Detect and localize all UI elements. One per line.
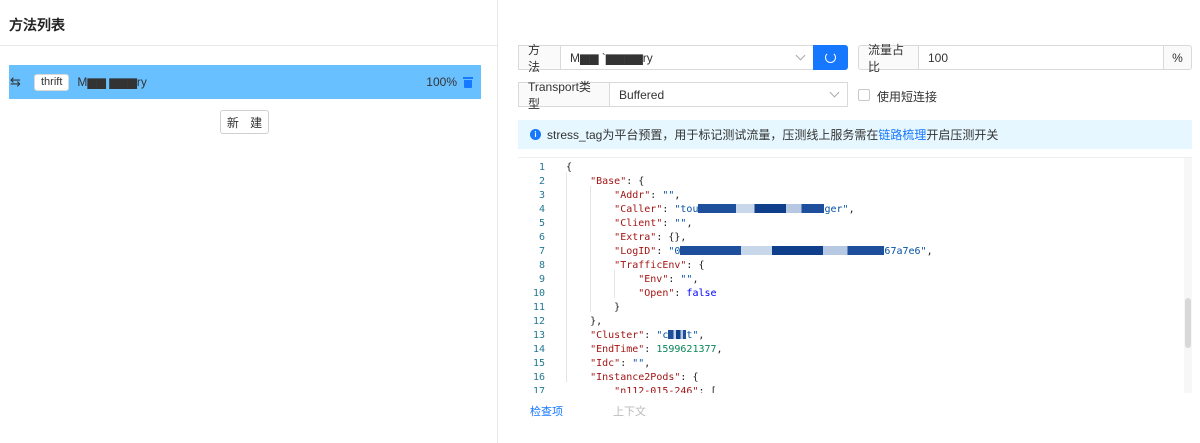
code-text: "EndTime": 1599621377,	[590, 344, 723, 355]
code-line: 4 "Caller": "tou ger",	[518, 203, 1178, 217]
code-text: "Base": {	[590, 176, 645, 187]
code-line: 6 "Extra": {},	[518, 231, 1178, 245]
code-line: 16 "Instance2Pods": {	[518, 371, 1178, 385]
code-text: "Open": false	[638, 288, 717, 299]
code-text: {	[566, 162, 573, 173]
code-text: "Env": "",	[638, 274, 699, 285]
code-text: "LogID": "0 67a7e6",	[614, 246, 933, 257]
line-number: 3	[538, 190, 545, 201]
method-select[interactable]: M▆▆ `▆▆▆▆ry	[560, 45, 814, 70]
code-line: 17 "n112-015-246": [	[518, 385, 1178, 393]
alert-text-after: 开启压测开关	[926, 128, 999, 142]
line-number: 13	[532, 330, 545, 341]
method-list-item[interactable]: ⇆ thrift M▆▆ ▆▆▆ry 100%	[9, 65, 481, 99]
line-number: 16	[532, 372, 545, 383]
line-number: 6	[538, 232, 545, 243]
line-number: 8	[538, 260, 545, 271]
code-text: "Cluster": "c t",	[590, 330, 705, 341]
short-connection-label: 使用短连接	[877, 90, 938, 104]
code-line: 13 "Cluster": "c t",	[518, 329, 1178, 343]
scrollbar[interactable]	[1184, 158, 1192, 393]
refresh-icon	[825, 52, 836, 63]
code-text: "n112-015-246": [	[614, 386, 717, 393]
line-number: 10	[532, 288, 545, 299]
traffic-input[interactable]: 100	[918, 45, 1164, 70]
code-text: "Instance2Pods": {	[590, 372, 699, 383]
divider	[0, 45, 498, 46]
line-number: 1	[538, 162, 545, 173]
line-number: 14	[532, 344, 545, 355]
code-line: 15 "Idc": "",	[518, 357, 1178, 371]
traffic-input-value: 100	[928, 50, 949, 65]
code-line: 1{	[518, 161, 1178, 175]
method-name: M▆▆ ▆▆▆ry	[77, 75, 147, 89]
json-editor[interactable]: 1{2 "Base": {3 "Addr": "", 4 "Caller": "t…	[518, 157, 1192, 393]
trash-icon[interactable]	[463, 76, 473, 88]
method-addon-label: 方法	[518, 43, 561, 74]
protocol-tag: thrift	[34, 73, 70, 91]
line-number: 17	[532, 386, 545, 393]
link-trace-config[interactable]: 链路梳理	[878, 126, 926, 143]
code-line: 12 },	[518, 315, 1178, 329]
tab-context[interactable]: 上下文	[613, 403, 646, 419]
swap-icon: ⇆	[10, 74, 21, 89]
code-line: 14 "EndTime": 1599621377,	[518, 343, 1178, 357]
new-button[interactable]: 新 建	[220, 110, 269, 134]
refresh-button[interactable]	[813, 45, 848, 70]
info-icon: i	[530, 129, 541, 140]
chevron-down-icon	[795, 50, 806, 61]
code-text: "Client": "",	[614, 218, 693, 229]
line-number: 4	[538, 204, 545, 215]
code-text: "Idc": "",	[590, 358, 651, 369]
code-text: "Caller": "tou ger",	[614, 204, 855, 215]
tab-check-items[interactable]: 检查项	[530, 403, 563, 419]
code-line: 10 "Open": false	[518, 287, 1178, 301]
line-number: 9	[538, 274, 545, 285]
transport-select-value: Buffered	[619, 87, 665, 102]
code-text: "Addr": "",	[614, 190, 681, 201]
code-text: }	[614, 302, 621, 313]
line-number: 12	[532, 316, 545, 327]
code-line: 3 "Addr": "",	[518, 189, 1178, 203]
line-number: 15	[532, 358, 545, 369]
alert-text-before: stress_tag为平台预置，用于标记测试流量，压测线上服务需在	[547, 128, 879, 142]
line-number: 2	[538, 176, 545, 187]
line-number: 7	[538, 246, 545, 257]
code-line: 11 }	[518, 301, 1178, 315]
info-alert: i stress_tag为平台预置，用于标记测试流量，压测线上服务需在 链路梳理开…	[518, 120, 1192, 149]
code-text: "Extra": {},	[614, 232, 687, 243]
code-text: },	[590, 316, 603, 327]
panel-title: 方法列表	[9, 17, 65, 33]
method-list-panel: 方法列表 ⇆ thrift M▆▆ ▆▆▆ry 100% 新 建	[0, 0, 498, 443]
transport-select[interactable]: Buffered	[609, 82, 848, 107]
scrollbar-thumb[interactable]	[1185, 298, 1191, 348]
line-number: 11	[532, 302, 545, 313]
code-text: "TrafficEnv": {	[614, 260, 705, 271]
code-line: 9 "Env": "",	[518, 273, 1178, 287]
code-line: 7 "LogID": "0 67a7e6",	[518, 245, 1178, 259]
transport-addon-label: Transport类型	[518, 80, 610, 111]
code-line: 8 "TrafficEnv": {	[518, 259, 1178, 273]
method-percent: 100%	[426, 75, 457, 89]
chevron-down-icon	[829, 87, 840, 98]
line-number: 5	[538, 218, 545, 229]
code-line: 2 "Base": {	[518, 175, 1178, 189]
traffic-unit: %	[1163, 45, 1192, 70]
short-connection-checkbox[interactable]	[858, 89, 870, 101]
code-line: 5 "Client": "",	[518, 217, 1178, 231]
traffic-addon-label: 流量占比	[858, 43, 919, 74]
method-select-value: M▆▆ `▆▆▆▆ry	[570, 50, 653, 65]
